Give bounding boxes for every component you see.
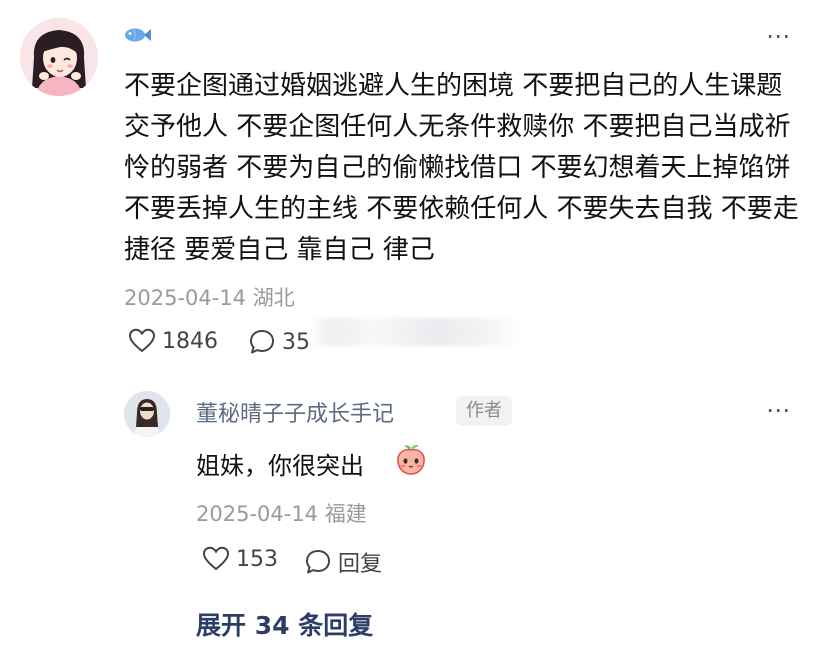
post-author-avatar[interactable] — [20, 18, 98, 96]
post-comment-button[interactable]: 35 — [248, 328, 310, 356]
reply-like-count: 153 — [236, 546, 278, 572]
reply-like-button[interactable]: 153 — [202, 546, 278, 572]
comment-bubble-icon — [248, 328, 276, 356]
expand-replies-link[interactable]: 展开 34 条回复 — [196, 606, 373, 642]
reply-date-location: 2025-04-14 福建 — [196, 502, 367, 526]
reply-reply-label: 回复 — [338, 552, 383, 577]
post-date-location: 2025-04-14 湖北 — [124, 286, 295, 310]
heart-icon — [202, 546, 230, 572]
reply-author-name[interactable]: 董秘晴子子成长手记 — [196, 396, 394, 428]
post-text: 不要企图通过婚姻逃避人生的困境 不要把自己的人生课题交予他人 不要企图任何人无条… — [124, 71, 799, 265]
post-like-button[interactable]: 1846 — [128, 328, 218, 354]
blurred-region — [310, 318, 522, 346]
more-options-icon[interactable]: ⋯ — [766, 24, 791, 48]
reply-text: 姐妹，你很突出 — [196, 452, 364, 480]
heart-icon — [128, 328, 156, 354]
peach-emoji-icon — [394, 442, 428, 476]
reply-reply-button[interactable]: 回复 — [304, 546, 382, 578]
post-comment-count: 35 — [282, 329, 310, 355]
post-like-count: 1846 — [162, 328, 218, 354]
reply-more-options-icon[interactable]: ⋯ — [766, 398, 791, 422]
fish-icon — [122, 24, 152, 46]
comment-bubble-icon — [304, 548, 332, 576]
author-badge: 作者 — [456, 396, 512, 426]
reply-author-avatar[interactable] — [124, 391, 170, 437]
